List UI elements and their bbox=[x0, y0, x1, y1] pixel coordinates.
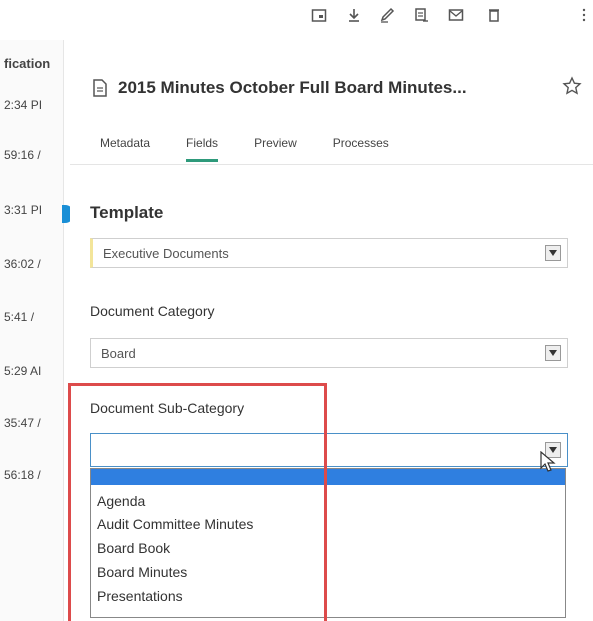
list-item[interactable]: 59:16 / bbox=[4, 148, 41, 162]
document-category-label: Document Category bbox=[90, 303, 215, 319]
sign-icon[interactable] bbox=[379, 6, 395, 24]
add-note-icon[interactable] bbox=[311, 6, 327, 24]
list-item[interactable]: 5:41 / bbox=[4, 310, 34, 324]
list-item[interactable]: 56:18 / bbox=[4, 468, 41, 482]
tab-processes[interactable]: Processes bbox=[333, 136, 389, 162]
document-category-select[interactable]: Board bbox=[90, 338, 568, 368]
list-item[interactable]: 2:34 PI bbox=[4, 98, 42, 112]
document-header: 2015 Minutes October Full Board Minutes.… bbox=[92, 78, 467, 98]
template-select-value: Executive Documents bbox=[103, 246, 229, 261]
section-title-template: Template bbox=[90, 203, 164, 222]
chevron-down-icon[interactable] bbox=[545, 345, 561, 361]
chevron-down-icon[interactable] bbox=[545, 245, 561, 261]
tab-metadata[interactable]: Metadata bbox=[100, 136, 150, 162]
results-list: fication 2:34 PI 59:16 / 3:31 PI 36:02 /… bbox=[0, 40, 64, 621]
top-toolbar bbox=[0, 0, 593, 40]
list-item[interactable]: 36:02 / bbox=[4, 257, 41, 271]
more-icon[interactable] bbox=[576, 6, 592, 24]
download-icon[interactable] bbox=[346, 6, 362, 24]
list-item[interactable]: 3:31 PI bbox=[4, 203, 42, 217]
column-header-modification[interactable]: fication bbox=[4, 56, 50, 71]
tab-fields[interactable]: Fields bbox=[186, 136, 219, 162]
tabs-divider bbox=[70, 164, 593, 165]
document-category-value: Board bbox=[101, 346, 136, 361]
tab-preview[interactable]: Preview bbox=[254, 136, 297, 162]
mail-icon[interactable] bbox=[448, 6, 464, 24]
template-select[interactable]: Executive Documents bbox=[90, 238, 568, 268]
list-item[interactable]: 35:47 / bbox=[4, 416, 41, 430]
favorite-star-icon[interactable] bbox=[562, 76, 582, 96]
highlight-annotation-box bbox=[68, 383, 327, 621]
document-title: 2015 Minutes October Full Board Minutes.… bbox=[118, 78, 467, 97]
trash-icon[interactable] bbox=[486, 6, 502, 24]
document-icon[interactable] bbox=[413, 6, 429, 24]
mouse-pointer-icon bbox=[540, 451, 556, 472]
list-item[interactable]: 5:29 AI bbox=[4, 364, 41, 378]
tab-bar: Metadata Fields Preview Processes bbox=[100, 136, 425, 162]
document-icon bbox=[93, 79, 107, 97]
